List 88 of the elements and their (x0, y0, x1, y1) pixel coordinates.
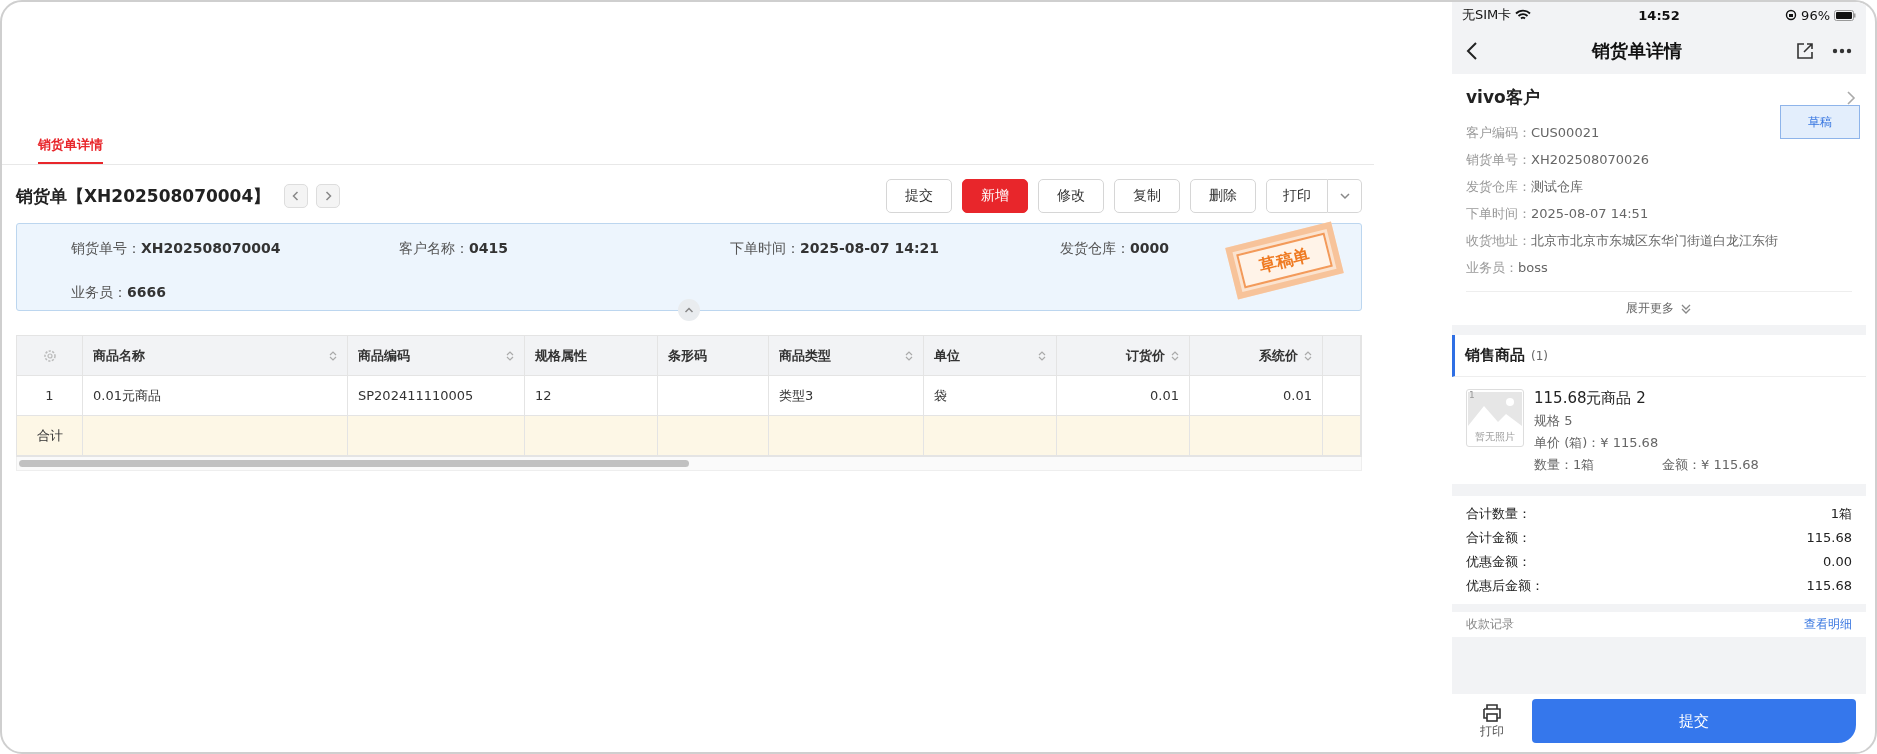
quantity: 数量：1箱 (1534, 456, 1596, 474)
detail-field: 销货单号：XH202508070026 (1466, 146, 1649, 173)
settings-icon (42, 348, 57, 363)
section-title: 销售商品 (1465, 346, 1525, 365)
action-button[interactable]: 删除 (1190, 179, 1256, 213)
action-button[interactable]: 复制 (1114, 179, 1180, 213)
sort-icon (329, 349, 337, 362)
double-chevron-down-icon (1680, 302, 1692, 315)
column-header[interactable]: 订货价 (1057, 336, 1190, 376)
row-number: 1 (17, 376, 83, 416)
action-button[interactable]: 修改 (1038, 179, 1104, 213)
caret-icon (1338, 190, 1351, 202)
column-header[interactable]: 条形码 (658, 336, 769, 376)
submit-button[interactable]: 提交 (1532, 699, 1856, 743)
image-index: 1 (1469, 390, 1475, 400)
previous-button[interactable] (284, 184, 309, 208)
info-field: 业务员：6666 (71, 284, 166, 310)
print-button[interactable]: 打印 (1462, 702, 1522, 740)
total-label: 合计 (17, 416, 83, 456)
printer-icon (1481, 702, 1503, 723)
action-button[interactable]: 新增 (962, 179, 1028, 213)
info-field: 客户名称：0415 (399, 240, 508, 266)
print-button[interactable]: 打印 (1266, 179, 1328, 213)
product-spec: 规格 5 (1534, 412, 1574, 430)
table-cell: 12 (525, 376, 658, 416)
total-value: 115.68 (1806, 529, 1852, 547)
total-value: 115.68 (1806, 577, 1852, 595)
no-photo-label: 暂无照片 (1475, 430, 1515, 444)
share-icon (1796, 42, 1814, 60)
battery-label: 96% (1801, 7, 1830, 23)
tab[interactable]: 销货单详情 (38, 130, 103, 164)
share-button[interactable] (1796, 42, 1814, 60)
column-header[interactable]: 规格属性 (525, 336, 658, 376)
status-badge: 草稿 (1780, 105, 1860, 139)
table-cell: SP202411110005 (348, 376, 525, 416)
rotation-lock-icon (1785, 9, 1798, 21)
column-header[interactable]: 系统价 (1190, 336, 1323, 376)
records-title: 收款记录 (1466, 616, 1514, 633)
chevron-right-icon (1846, 90, 1856, 106)
next-button[interactable] (316, 184, 341, 208)
total-label: 合计金额： (1466, 529, 1531, 547)
unit-price: 单价 (箱)：¥ 115.68 (1534, 434, 1660, 452)
draft-stamp: 草稿单 (1225, 221, 1344, 300)
table-cell: 0.01 (1190, 376, 1323, 416)
table-cell: 类型3 (769, 376, 924, 416)
view-details-link[interactable]: 查看明细 (1804, 616, 1852, 633)
total-value: 0.00 (1823, 553, 1852, 571)
detail-field: 收货地址：北京市北京市东城区东华门街道白龙江东街 (1466, 227, 1778, 254)
amount: 金额：¥ 115.68 (1662, 456, 1760, 474)
detail-field: 下单时间：2025-08-07 14:51 (1466, 200, 1649, 227)
detail-field: 发货仓库：测试仓库 (1466, 173, 1583, 200)
back-button[interactable] (1466, 41, 1478, 61)
scrollbar[interactable] (16, 457, 1362, 471)
detail-field: 客户编码：CUS00021 (1466, 119, 1600, 146)
more-button[interactable] (1832, 48, 1852, 54)
carrier-label: 无SIM卡 (1462, 6, 1512, 24)
back-icon (1466, 41, 1478, 61)
table-cell: 0.01元商品 (83, 376, 348, 416)
info-field: 下单时间：2025-08-07 14:21 (730, 240, 939, 266)
info-field: 发货仓库：0000 (1060, 240, 1169, 266)
info-field: 销货单号：XH202508070004 (71, 240, 281, 266)
sort-icon (1038, 349, 1046, 362)
sort-icon (905, 349, 913, 362)
sort-icon (506, 349, 514, 362)
column-header[interactable]: 商品编码 (348, 336, 525, 376)
total-label: 优惠金额： (1466, 553, 1531, 571)
more-icon (1832, 48, 1852, 54)
collapse-button[interactable] (678, 299, 700, 321)
customer-name[interactable]: vivo客户 (1466, 86, 1540, 109)
detail-field: 业务员：boss (1466, 254, 1548, 281)
page-title: 销货单详情 (1590, 39, 1683, 63)
action-button[interactable]: 提交 (886, 179, 952, 213)
sort-icon (1304, 349, 1312, 362)
table-cell: 袋 (924, 376, 1057, 416)
sort-icon (1171, 349, 1179, 362)
column-header[interactable]: 商品类型 (769, 336, 924, 376)
column-header[interactable]: 商品名称 (83, 336, 348, 376)
column-header[interactable]: 单位 (924, 336, 1057, 376)
table-cell: 0.01 (1057, 376, 1190, 416)
total-label: 合计数量： (1466, 505, 1531, 523)
product-name: 115.68元商品 2 (1534, 389, 1647, 408)
clock: 14:52 (1638, 7, 1680, 23)
total-label: 优惠后金额： (1466, 577, 1544, 595)
item-count: (1) (1531, 348, 1548, 363)
order-title: 销货单【XH202508070004】 (16, 184, 271, 208)
battery-icon (1834, 9, 1856, 21)
total-value: 1箱 (1830, 505, 1852, 523)
wifi-icon (1515, 9, 1532, 21)
